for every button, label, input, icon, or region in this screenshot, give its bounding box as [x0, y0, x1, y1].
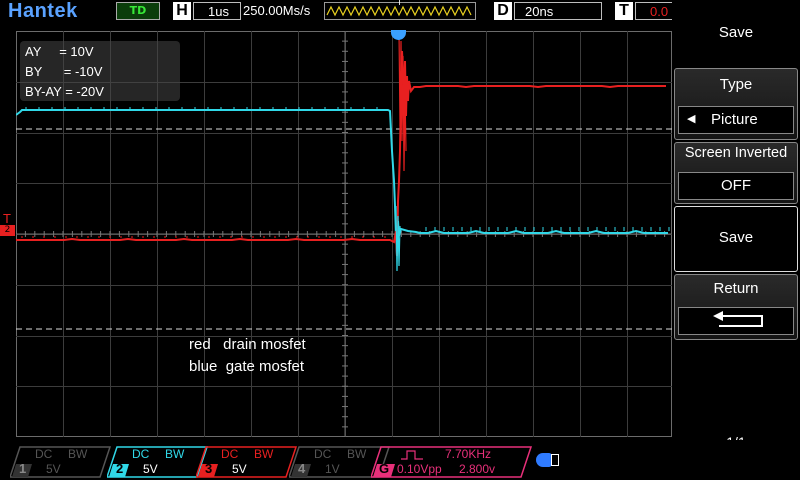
channel-bandwidth-limit: BW	[254, 447, 274, 461]
generator-frequency: 7.70KHz	[445, 447, 492, 461]
channel-number: 3	[205, 461, 213, 476]
sample-rate: 250.00Ms/s	[243, 3, 311, 18]
annotation-drain: red drain mosfet	[189, 336, 306, 353]
battery-icon	[551, 454, 559, 466]
top-status-bar: Hantek TD H 1us 250.00Ms/s T D 20ns T 0.…	[0, 0, 672, 24]
delay-value: 20ns	[525, 4, 554, 19]
type-label: Type	[719, 76, 753, 93]
type-value-box[interactable]: ◀ Picture	[678, 106, 794, 134]
generator-label: G	[379, 461, 390, 476]
trigger-level-marker: T	[3, 211, 11, 226]
measurement-by: BY = -10V	[25, 64, 103, 79]
usb-icon	[536, 453, 552, 467]
trigger-label: T	[615, 2, 633, 20]
channel-scale: 1V	[325, 462, 340, 476]
timebase-value: 1us	[208, 4, 229, 19]
return-arrow-icon	[713, 311, 763, 327]
measurement-ay: AY = 10V	[25, 44, 94, 59]
cursor-measurement-panel: AY = 10V BY = -10V BY-AY = -20V	[20, 41, 180, 101]
save-button-label: Save	[718, 229, 754, 246]
trigger-position-marker: T	[397, 0, 402, 7]
brand-logo: Hantek	[8, 0, 78, 22]
channel-bandwidth-limit: BW	[165, 447, 185, 461]
return-button[interactable]	[678, 307, 794, 335]
annotation-gate: blue gate mosfet	[189, 358, 305, 375]
timebase-field[interactable]: 1us	[193, 2, 241, 20]
square-wave-icon	[401, 450, 423, 460]
type-menu-item[interactable]: Type ◀ Picture	[674, 68, 798, 140]
save-button[interactable]: Save	[674, 206, 798, 272]
channel-1-tab[interactable]: 1 DC BW 5V	[10, 446, 112, 478]
screen-inverted-menu-item[interactable]: Screen Inverted OFF	[674, 142, 798, 204]
save-menu-panel: Save Type ◀ Picture Screen Inverted OFF …	[672, 0, 800, 480]
trigger-level-value: 0.0	[650, 4, 669, 19]
channel-ground-marker: 2	[0, 225, 15, 236]
delay-label: D	[494, 2, 512, 20]
channel-coupling: DC	[35, 447, 53, 461]
channel-number: 4	[298, 461, 306, 476]
channel-3-tab[interactable]: 3 DC BW 5V	[196, 446, 298, 478]
menu-title: Save	[718, 24, 754, 41]
channel-bandwidth-limit: BW	[68, 447, 88, 461]
channel-2-tab[interactable]: 2 DC BW 5V	[107, 446, 209, 478]
type-value: Picture	[711, 111, 758, 128]
generator-tab[interactable]: G 7.70KHz 0.10Vpp 2.800v	[371, 446, 533, 478]
memory-depth-indicator: T	[324, 0, 476, 20]
generator-amplitude: 0.10Vpp	[397, 462, 442, 476]
channel-coupling: DC	[221, 447, 239, 461]
channel-scale: 5V	[46, 462, 61, 476]
channel-coupling: DC	[132, 447, 150, 461]
channel-scale: 5V	[232, 462, 247, 476]
channel-number: 1	[19, 461, 27, 476]
channel-coupling: DC	[314, 447, 332, 461]
measurement-by-ay: BY-AY = -20V	[25, 84, 104, 99]
gate-waveform-noise	[25, 107, 670, 231]
channel-status-bar: 1 DC BW 5V 2 DC BW 5V 3 DC BW 5V 4 DC BW 1V G 7.70KHz 0…	[0, 440, 800, 480]
return-label: Return	[713, 280, 759, 297]
caret-left-icon: ◀	[687, 112, 696, 125]
trigger-level-field[interactable]: 0.0	[635, 2, 672, 20]
screen-inverted-value-box[interactable]: OFF	[678, 172, 794, 200]
channel-bandwidth-limit: BW	[347, 447, 367, 461]
channel-scale: 5V	[143, 462, 158, 476]
horizontal-label: H	[173, 2, 191, 20]
generator-offset: 2.800v	[459, 462, 496, 476]
mode-indicator[interactable]: TD	[116, 2, 160, 20]
delay-field[interactable]: 20ns	[514, 2, 602, 20]
screen-inverted-label: Screen Inverted	[684, 145, 788, 161]
screen-inverted-value: OFF	[721, 177, 751, 194]
mode-label: TD	[129, 4, 147, 17]
return-menu-item[interactable]: Return	[674, 274, 798, 340]
channel-number: 2	[116, 461, 124, 476]
